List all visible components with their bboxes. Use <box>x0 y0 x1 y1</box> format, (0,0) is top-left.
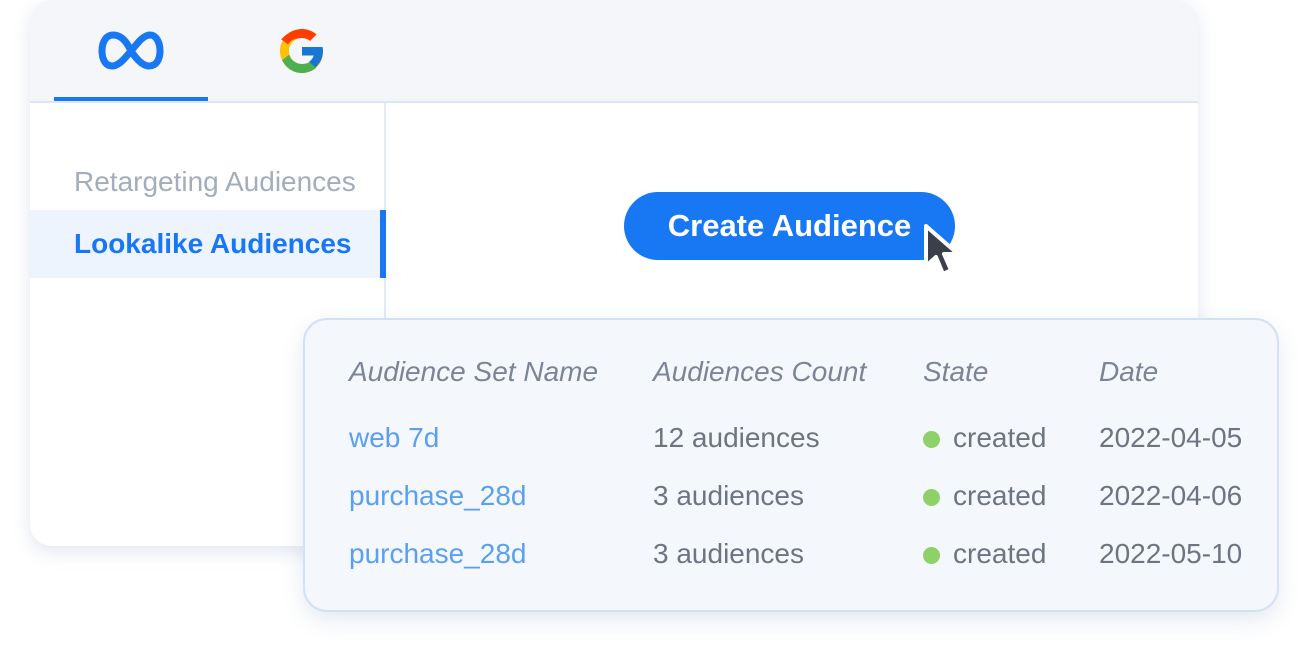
platform-tabbar <box>30 0 1198 101</box>
status-dot-icon <box>923 489 940 506</box>
sidebar-item-retargeting-audiences[interactable]: Retargeting Audiences <box>30 149 386 215</box>
tab-google[interactable] <box>226 0 378 101</box>
state-label: created <box>953 538 1047 569</box>
state-label: created <box>953 422 1047 453</box>
column-header-date: Date <box>1099 356 1159 387</box>
mouse-pointer-icon <box>924 224 960 276</box>
sidebar-item-label: Retargeting Audiences <box>74 166 356 197</box>
google-logo-icon <box>280 28 323 73</box>
state-label: created <box>953 480 1047 511</box>
audience-set-link[interactable]: purchase_28d <box>349 538 526 570</box>
audience-set-link[interactable]: web 7d <box>349 422 439 454</box>
sidebar-item-lookalike-audiences[interactable]: Lookalike Audiences <box>30 210 386 278</box>
meta-logo-icon <box>98 31 164 69</box>
tab-meta[interactable] <box>54 0 208 101</box>
audience-sets-table: Audience Set Name Audiences Count State … <box>303 318 1279 612</box>
audiences-count: 12 audiences <box>653 422 820 453</box>
column-header-state: State <box>923 356 989 387</box>
audiences-count: 3 audiences <box>653 538 805 569</box>
date-value: 2022-05-10 <box>1099 538 1243 569</box>
status-dot-icon <box>923 431 940 448</box>
status-dot-icon <box>923 547 940 564</box>
date-value: 2022-04-06 <box>1099 480 1243 511</box>
audience-set-link[interactable]: purchase_28d <box>349 480 526 512</box>
date-value: 2022-04-05 <box>1099 422 1243 453</box>
column-header-name: Audience Set Name <box>349 356 599 387</box>
create-audience-button[interactable]: Create Audience <box>624 192 955 260</box>
sidebar-item-label: Lookalike Audiences <box>74 228 352 259</box>
column-header-count: Audiences Count <box>653 356 867 387</box>
audiences-count: 3 audiences <box>653 480 805 511</box>
